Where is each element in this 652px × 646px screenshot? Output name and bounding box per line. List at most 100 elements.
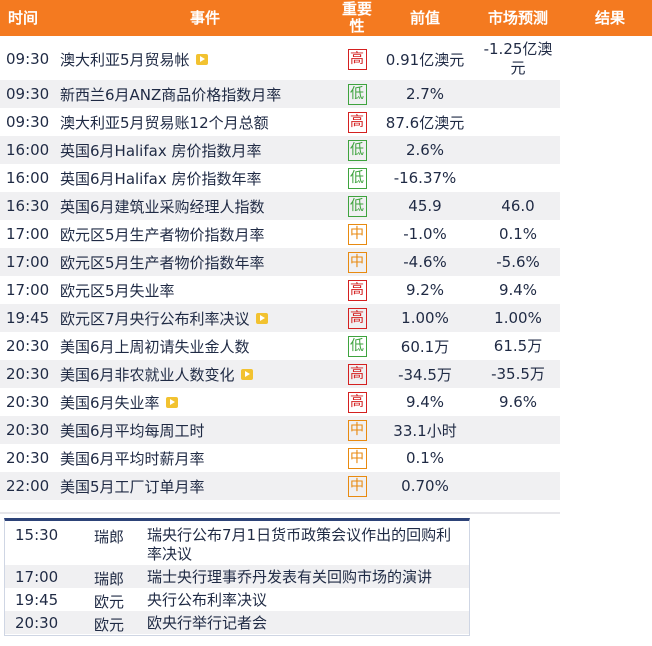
importance-cell: 高 [343, 38, 371, 80]
event-name: 澳大利亚5月贸易账12个月总额 [60, 113, 269, 132]
event-name: 美国6月平均每周工时 [60, 421, 205, 440]
other-event-time: 15:30 [15, 526, 59, 544]
event-time: 19:45 [6, 309, 50, 327]
other-event-description: 瑞士央行理事乔丹发表有关回购市场的演讲 [147, 568, 433, 586]
event-time: 20:30 [6, 449, 50, 467]
previous-value: 1.00% [401, 309, 449, 327]
event-name: 美国6月平均时薪月率 [60, 449, 205, 468]
importance-badge: 低 [347, 195, 367, 217]
importance-badge: 高 [347, 48, 367, 70]
event-name: 澳大利亚5月贸易帐 [60, 38, 340, 80]
previous-value: 2.7% [405, 85, 445, 103]
header-event: 事件 [189, 8, 220, 27]
event-row: 22:00 美国5月工厂订单月率 中 0.70% [0, 472, 560, 500]
event-time: 09:30 [6, 113, 50, 131]
other-event-row: 17:00 瑞郎 瑞士央行理事乔丹发表有关回购市场的演讲 [5, 565, 469, 588]
event-row: 16:00 英国6月Halifax 房价指数年率 低 -16.37% [0, 164, 560, 192]
importance-cell: 中 [343, 472, 371, 500]
event-row: 20:30 美国6月上周初请失业金人数 低 60.1万 61.5万 [0, 332, 560, 360]
previous-value: 0.91亿澳元 [385, 50, 465, 69]
other-event-currency: 瑞郎 [94, 570, 125, 588]
importance-badge: 中 [347, 223, 367, 245]
other-event-row: 20:30 欧元 欧央行举行记者会 [5, 611, 469, 634]
event-name: 美国5月工厂订单月率 [60, 477, 205, 496]
table-header: 时间 事件 重要性 前值 市场预测 结果 [0, 0, 652, 36]
other-event-description: 欧央行举行记者会 [147, 614, 268, 632]
importance-badge: 高 [347, 279, 367, 301]
event-row: 20:30 美国6月非农就业人数变化高 -34.5万 -35.5万 [0, 360, 560, 388]
event-row: 09:30 澳大利亚5月贸易帐高 0.91亿澳元 -1.25亿澳元 [0, 38, 560, 80]
importance-cell: 中 [343, 220, 371, 248]
previous-value: 9.4% [405, 393, 445, 411]
forecast-value: 1.00% [494, 308, 542, 327]
forecast-value [478, 444, 558, 472]
other-event-currency: 欧元 [94, 616, 125, 634]
importance-badge: 高 [347, 307, 367, 329]
other-event-time: 20:30 [15, 614, 59, 632]
importance-cell: 中 [343, 416, 371, 444]
other-event-time: 17:00 [15, 568, 59, 586]
other-event-description: 瑞央行公布7月1日货币政策会议作出的回购利率决议 [147, 526, 452, 563]
forecast-value: 0.1% [498, 224, 538, 243]
event-time: 16:30 [6, 197, 50, 215]
importance-badge: 低 [347, 83, 367, 105]
event-name: 英国6月Halifax 房价指数月率 [60, 141, 262, 160]
video-play-icon[interactable] [255, 312, 268, 324]
previous-value: 60.1万 [400, 337, 450, 356]
event-row: 16:30 英国6月建筑业采购经理人指数 低 45.9 46.0 [0, 192, 560, 220]
event-name: 欧元区5月生产者物价指数月率 [60, 225, 265, 244]
event-name: 英国6月Halifax 房价指数年率 [60, 169, 262, 188]
importance-cell: 中 [343, 248, 371, 276]
other-events-panel: 15:30 瑞郎 瑞央行公布7月1日货币政策会议作出的回购利率决议 17:00 瑞郎 瑞士… [4, 518, 470, 636]
video-play-icon[interactable] [195, 53, 208, 65]
video-play-icon[interactable] [165, 396, 178, 408]
previous-value: 0.70% [401, 477, 449, 495]
importance-badge: 中 [347, 475, 367, 497]
importance-badge: 中 [347, 419, 367, 441]
importance-badge: 低 [347, 335, 367, 357]
event-time: 09:30 [6, 85, 50, 103]
forecast-value [478, 108, 558, 136]
forecast-value [478, 136, 558, 164]
previous-value: 2.6% [405, 141, 445, 159]
importance-cell: 高 [343, 276, 371, 304]
other-event-row: 15:30 瑞郎 瑞央行公布7月1日货币政策会议作出的回购利率决议 [5, 523, 469, 565]
event-time: 20:30 [6, 421, 50, 439]
event-time: 22:00 [6, 477, 50, 495]
importance-cell: 中 [343, 444, 371, 472]
importance-cell: 低 [343, 332, 371, 360]
importance-badge: 高 [347, 363, 367, 385]
event-name: 英国6月建筑业采购经理人指数 [60, 197, 265, 216]
importance-badge: 高 [347, 391, 367, 413]
event-name: 新西兰6月ANZ商品价格指数月率 [60, 85, 282, 104]
previous-value: 9.2% [405, 281, 445, 299]
event-time: 16:00 [6, 169, 50, 187]
importance-cell: 低 [343, 164, 371, 192]
video-play-icon[interactable] [240, 368, 253, 380]
importance-cell: 低 [343, 136, 371, 164]
event-time: 09:30 [6, 50, 50, 68]
event-time: 16:00 [6, 141, 50, 159]
previous-value: 87.6亿澳元 [385, 113, 465, 132]
importance-badge: 低 [347, 167, 367, 189]
event-row: 17:00 欧元区5月失业率 高 9.2% 9.4% [0, 276, 560, 304]
header-time: 时间 [8, 8, 39, 27]
forecast-value: 9.6% [498, 392, 538, 411]
other-event-time: 19:45 [15, 591, 59, 609]
header-result: 结果 [594, 8, 625, 27]
importance-cell: 高 [343, 108, 371, 136]
event-row: 09:30 新西兰6月ANZ商品价格指数月率 低 2.7% [0, 80, 560, 108]
event-name: 欧元区7月央行公布利率决议 [60, 304, 340, 332]
previous-value: -1.0% [403, 225, 447, 243]
event-row: 20:30 美国6月失业率高 9.4% 9.6% [0, 388, 560, 416]
previous-value: -34.5万 [398, 365, 452, 384]
forecast-value [478, 164, 558, 192]
event-name: 美国6月失业率 [60, 388, 340, 416]
importance-badge: 中 [347, 251, 367, 273]
event-time: 17:00 [6, 281, 50, 299]
forecast-value: 46.0 [501, 196, 535, 215]
event-name: 欧元区5月生产者物价指数年率 [60, 253, 265, 272]
event-time: 20:30 [6, 393, 50, 411]
importance-cell: 低 [343, 80, 371, 108]
other-event-currency: 瑞郎 [94, 528, 125, 546]
